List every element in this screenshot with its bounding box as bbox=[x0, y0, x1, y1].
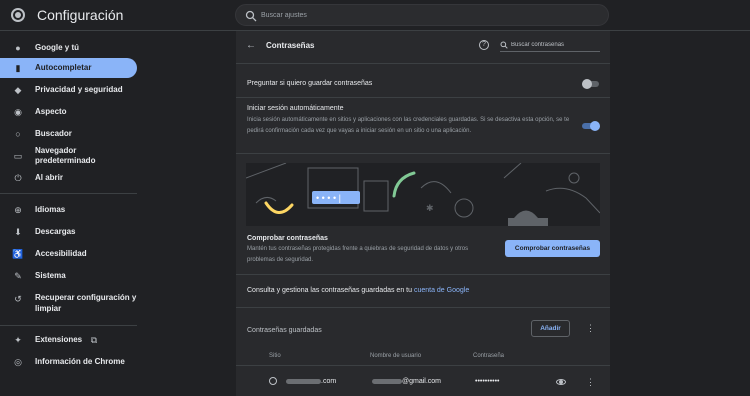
search-icon bbox=[245, 10, 257, 22]
sidebar-item-label: Navegador predeterminado bbox=[35, 146, 96, 165]
sidebar-item-appearance[interactable]: ◉ Aspecto bbox=[0, 102, 137, 122]
sidebar-item-privacy[interactable]: ◆ Privacidad y seguridad bbox=[0, 80, 137, 100]
blurred-text bbox=[372, 378, 402, 384]
top-bar: Configuración bbox=[0, 0, 750, 31]
settings-search-input[interactable] bbox=[261, 8, 561, 23]
palette-icon: ◉ bbox=[14, 107, 22, 117]
toggle-knob bbox=[582, 79, 592, 89]
saved-site-text: .com bbox=[321, 378, 337, 385]
saved-username: @gmail.com bbox=[372, 378, 441, 385]
back-arrow-icon[interactable]: ← bbox=[246, 40, 256, 51]
auto-signin-label: Iniciar sesión automáticamente bbox=[247, 105, 344, 112]
manage-passwords-text: Consulta y gestiona las contraseñas guar… bbox=[247, 287, 469, 294]
clipboard-icon: ▮ bbox=[15, 63, 21, 73]
sidebar-item-autofill[interactable]: ▮ Autocompletar bbox=[0, 58, 137, 78]
sidebar-item-label: Extensiones bbox=[35, 335, 83, 344]
divider bbox=[236, 307, 610, 308]
svg-text:✱: ✱ bbox=[426, 203, 434, 213]
sidebar-item-languages[interactable]: ⊕ Idiomas bbox=[0, 200, 137, 220]
sidebar-item-google[interactable]: ● Google y tú bbox=[0, 38, 137, 58]
check-passwords-button[interactable]: Comprobar contraseñas bbox=[505, 240, 600, 257]
sidebar-divider bbox=[0, 325, 137, 326]
sidebar-item-accessibility[interactable]: ♿ Accesibilidad bbox=[0, 244, 137, 264]
shield-icon: ◆ bbox=[14, 85, 22, 95]
search-icon bbox=[500, 41, 508, 49]
column-header-username: Nombre de usuario bbox=[370, 353, 422, 359]
sidebar-item-label: Idiomas bbox=[35, 205, 66, 214]
open-in-new-icon: ⧉ bbox=[90, 335, 98, 345]
divider bbox=[236, 274, 610, 275]
svg-text:• • • • |: • • • • | bbox=[316, 193, 341, 203]
sidebar-item-reset[interactable]: ↺ Recuperar configuración y limpiar bbox=[0, 290, 137, 318]
checkup-description: Mantén tus contraseñas protegidas frente… bbox=[247, 246, 469, 263]
show-password-eye-icon[interactable] bbox=[556, 379, 566, 385]
auto-signin-description: Inicia sesión automáticamente en sitios … bbox=[247, 117, 570, 134]
saved-site[interactable]: .com bbox=[286, 378, 336, 385]
sidebar-item-label: Google y tú bbox=[35, 43, 79, 52]
saved-password: •••••••••• bbox=[475, 378, 500, 385]
restore-icon: ↺ bbox=[14, 294, 22, 304]
globe-icon: ⊕ bbox=[14, 205, 22, 215]
divider bbox=[236, 97, 610, 98]
power-icon: ⏻ bbox=[14, 173, 22, 183]
sidebar-item-about-chrome[interactable]: ◎ Información de Chrome bbox=[0, 352, 137, 372]
column-header-password: Contraseña bbox=[473, 353, 505, 359]
sidebar-item-label: Privacidad y seguridad bbox=[35, 85, 123, 94]
more-options-icon[interactable]: ⋮ bbox=[586, 324, 595, 333]
sidebar-item-system[interactable]: ✎ Sistema bbox=[0, 266, 137, 286]
google-account-link[interactable]: cuenta de Google bbox=[414, 287, 469, 294]
divider bbox=[236, 365, 610, 366]
settings-search-box[interactable] bbox=[235, 4, 609, 26]
sidebar-item-label-line2: limpiar bbox=[35, 304, 62, 313]
sidebar-item-label: Buscador bbox=[35, 129, 72, 138]
sidebar-item-downloads[interactable]: ⬇ Descargas bbox=[0, 222, 137, 242]
offer-save-toggle[interactable] bbox=[582, 79, 599, 89]
person-icon: ● bbox=[15, 43, 21, 53]
auto-signin-toggle[interactable] bbox=[582, 121, 600, 131]
column-header-site: Sitio bbox=[269, 353, 281, 359]
sidebar-item-label: Al abrir bbox=[35, 173, 64, 182]
add-password-button[interactable]: Añadir bbox=[531, 320, 570, 337]
saved-username-text: @gmail.com bbox=[402, 378, 442, 385]
checkup-title: Comprobar contraseñas bbox=[247, 235, 328, 242]
sidebar: ● Google y tú ▮ Autocompletar ◆ Privacid… bbox=[0, 32, 150, 396]
manage-passwords-prefix: Consulta y gestiona las contraseñas guar… bbox=[247, 287, 414, 294]
help-icon[interactable]: ? bbox=[479, 40, 489, 50]
sidebar-item-label: Sistema bbox=[35, 271, 66, 280]
sidebar-item-label: Aspecto bbox=[35, 107, 67, 116]
puzzle-icon: ✦ bbox=[14, 335, 22, 345]
download-icon: ⬇ bbox=[14, 227, 22, 237]
chrome-icon: ◎ bbox=[14, 357, 22, 367]
app-title: Configuración bbox=[37, 7, 124, 23]
saved-passwords-title: Contraseñas guardadas bbox=[247, 327, 322, 334]
offer-save-label: Preguntar si quiero guardar contraseñas bbox=[247, 80, 373, 87]
checkup-illustration-graphic: • • • • | ✱ bbox=[246, 163, 600, 226]
sidebar-item-label: Recuperar configuración y bbox=[35, 293, 137, 302]
sidebar-divider bbox=[0, 193, 137, 194]
toggle-knob bbox=[590, 121, 600, 131]
password-checkup-illustration: • • • • | ✱ bbox=[246, 163, 600, 226]
site-globe-icon bbox=[269, 377, 277, 385]
accessibility-icon: ♿ bbox=[12, 249, 24, 259]
chrome-logo-icon bbox=[11, 8, 25, 22]
more-options-icon[interactable]: ⋮ bbox=[586, 378, 595, 387]
wrench-icon: ✎ bbox=[14, 271, 22, 281]
browser-icon: ▭ bbox=[13, 151, 23, 161]
divider bbox=[236, 63, 610, 64]
divider bbox=[236, 153, 610, 154]
sidebar-item-default-browser[interactable]: ▭ Navegador predeterminado bbox=[0, 146, 137, 166]
sidebar-item-on-startup[interactable]: ⏻ Al abrir bbox=[0, 168, 137, 188]
sidebar-item-search-engine[interactable]: ○ Buscador bbox=[0, 124, 137, 144]
password-search-box[interactable] bbox=[500, 39, 600, 52]
password-search-input[interactable] bbox=[511, 40, 596, 50]
sidebar-item-label: Autocompletar bbox=[35, 63, 92, 72]
page-title: Contraseñas bbox=[266, 41, 315, 50]
search-icon: ○ bbox=[15, 129, 21, 139]
sidebar-item-label: Información de Chrome bbox=[35, 357, 125, 366]
blurred-text bbox=[286, 378, 321, 384]
sidebar-item-extensions[interactable]: ✦ Extensiones ⧉ bbox=[0, 330, 137, 350]
sidebar-item-label: Descargas bbox=[35, 227, 76, 236]
sidebar-item-label: Accesibilidad bbox=[35, 249, 87, 258]
passwords-card: ← Contraseñas ? Preguntar si quiero guar… bbox=[236, 31, 610, 396]
